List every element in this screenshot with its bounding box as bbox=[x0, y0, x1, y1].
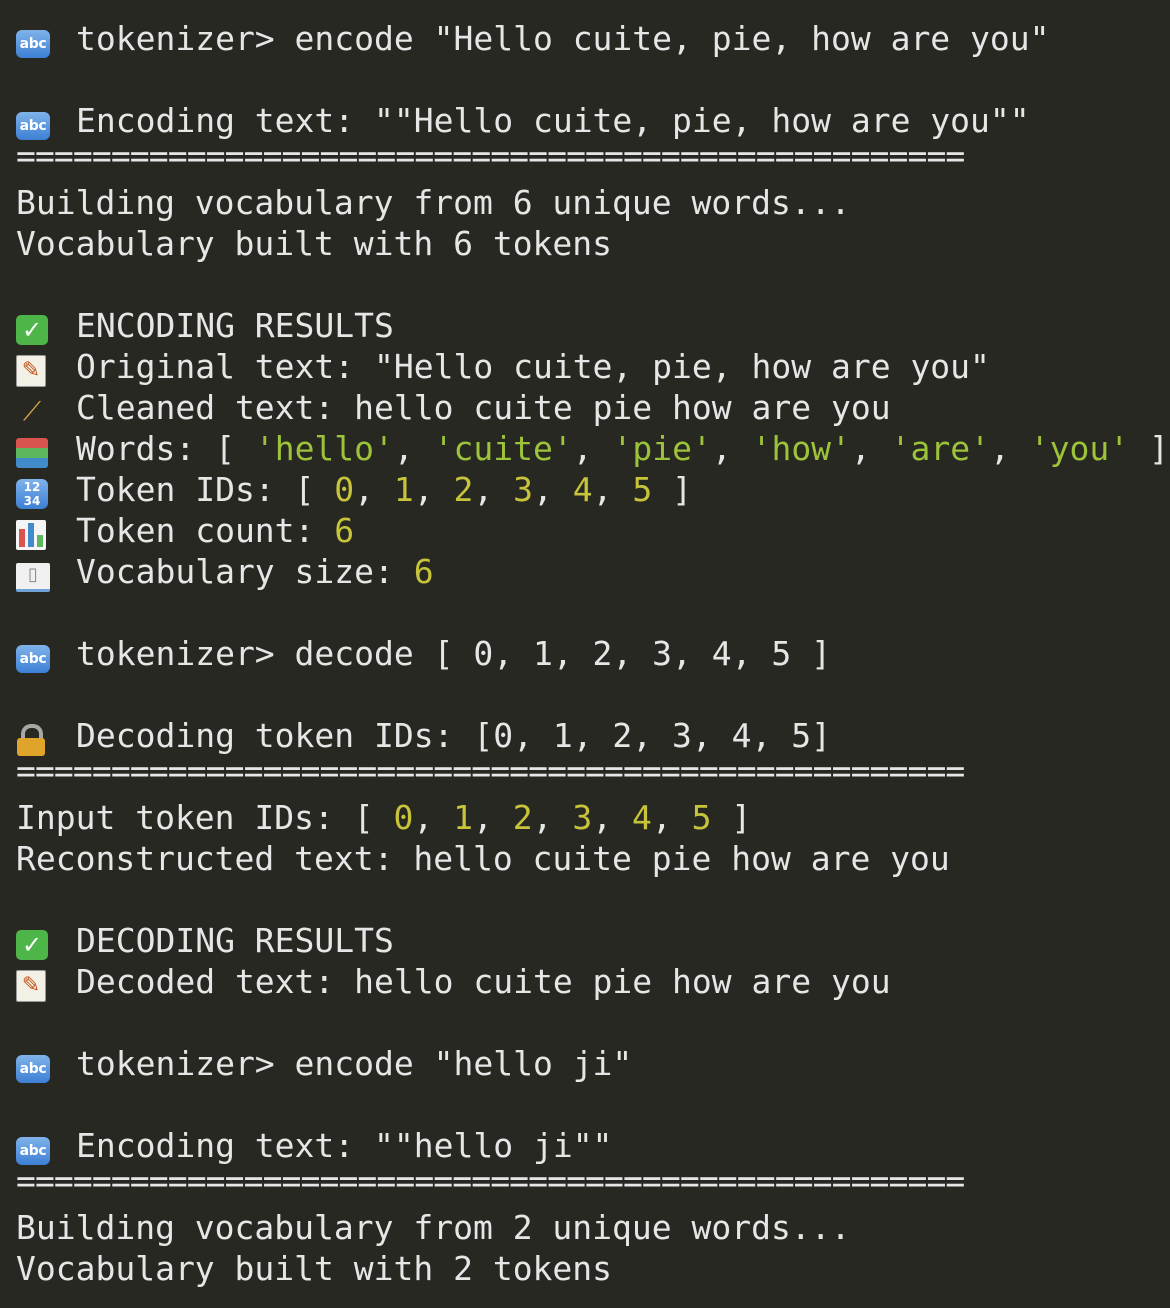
status-line: abc Encoding text: ""hello ji"" bbox=[16, 1125, 1154, 1166]
command-line: abc tokenizer> encode "Hello cuite, pie, … bbox=[16, 18, 1154, 59]
output-line: Vocabulary built with 6 tokens bbox=[16, 224, 613, 263]
lock-icon bbox=[16, 723, 46, 756]
output-line: Building vocabulary from 2 unique words.… bbox=[16, 1208, 851, 1247]
memo-icon: ✎ bbox=[16, 355, 46, 387]
result-line: ▯ Vocabulary size: 6 bbox=[16, 551, 1154, 592]
abc-icon: abc bbox=[16, 29, 50, 58]
broom-icon: ⟋ bbox=[22, 397, 42, 427]
books-icon bbox=[16, 438, 48, 468]
result-line: ⟋ Cleaned text: hello cuite pie how are y… bbox=[16, 387, 1154, 428]
abc-icon: abc bbox=[16, 1136, 50, 1165]
results-header: ✓ ENCODING RESULTS bbox=[16, 305, 1154, 346]
numbers-icon: 12 34 bbox=[16, 479, 48, 509]
abc-icon: abc bbox=[16, 644, 50, 673]
output-line: Building vocabulary from 6 unique words.… bbox=[16, 183, 851, 222]
command-line: abc tokenizer> decode [ 0, 1, 2, 3, 4, 5 … bbox=[16, 633, 1154, 674]
result-line: Token count: 6 bbox=[16, 510, 1154, 551]
command-line: abc tokenizer> encode "hello ji" bbox=[16, 1043, 1154, 1084]
results-header: ✓ DECODING RESULTS bbox=[16, 920, 1154, 961]
output-line: Reconstructed text: hello cuite pie how … bbox=[16, 839, 950, 878]
status-line: Decoding token IDs: [0, 1, 2, 3, 4, 5] bbox=[16, 715, 1154, 756]
result-line: Words: [ 'hello', 'cuite', 'pie', 'how',… bbox=[16, 428, 1169, 469]
separator: ========================================… bbox=[16, 1166, 965, 1200]
result-line: 12 34 Token IDs: [ 0, 1, 2, 3, 4, 5 ] bbox=[16, 469, 1154, 510]
abc-icon: abc bbox=[16, 1054, 50, 1083]
result-line: ✎ Decoded text: hello cuite pie how are y… bbox=[16, 961, 1154, 1002]
status-line: abc Encoding text: ""Hello cuite, pie, ho… bbox=[16, 100, 1154, 141]
abc-icon: abc bbox=[16, 111, 50, 140]
open-book-icon: ▯ bbox=[16, 562, 50, 592]
separator: ========================================… bbox=[16, 756, 965, 790]
command-text: tokenizer> encode "Hello cuite, pie, how… bbox=[76, 19, 1050, 58]
check-icon: ✓ bbox=[16, 930, 48, 960]
terminal-output: abc tokenizer> encode "Hello cuite, pie, … bbox=[0, 0, 1170, 1289]
output-line: Input token IDs: [ 0, 1, 2, 3, 4, 5 ] bbox=[16, 798, 752, 837]
check-icon: ✓ bbox=[16, 315, 48, 345]
result-line: ✎ Original text: "Hello cuite, pie, how a… bbox=[16, 346, 1154, 387]
bar-chart-icon bbox=[16, 520, 46, 550]
output-line: Vocabulary built with 2 tokens bbox=[16, 1249, 613, 1288]
memo-icon: ✎ bbox=[16, 970, 46, 1002]
separator: ========================================… bbox=[16, 141, 965, 175]
